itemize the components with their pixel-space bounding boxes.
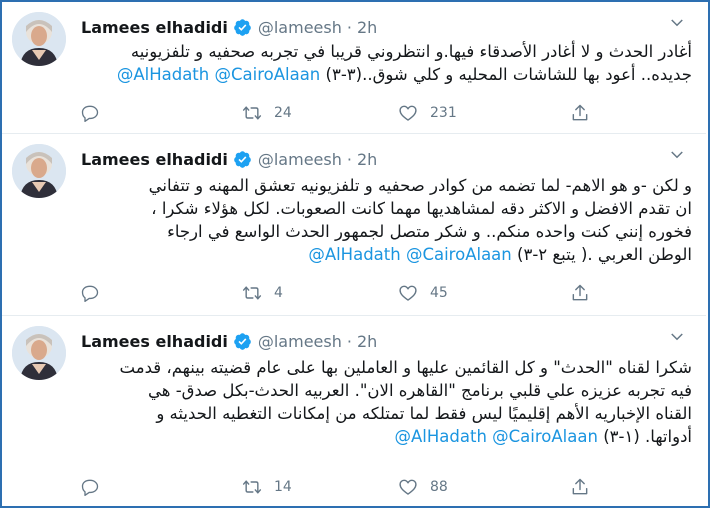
retweet-button[interactable]: 14	[242, 477, 292, 497]
reply-button[interactable]	[80, 283, 112, 303]
share-icon	[572, 104, 588, 121]
mention-link[interactable]: @AlHadath @CairoAlaan	[308, 245, 511, 264]
tweet-text: و لكن -و هو الاهم- لما تضمه من كوادر صحف…	[80, 174, 692, 266]
tweet-line: الوطن العربي .( يتبع ٢-٣) @AlHadath @Cai…	[80, 243, 692, 266]
retweet-button[interactable]: 4	[242, 283, 283, 303]
tweet-actions: 24 231	[80, 102, 610, 124]
tweet-text: أغادر الحدث و لا أغادر الأصدقاء فيها.و ا…	[80, 40, 692, 86]
share-button[interactable]	[570, 283, 590, 303]
retweet-count: 4	[274, 285, 283, 301]
tweet-1[interactable]: Lamees elhadidi @lameesh · 2h أغادر الحد…	[2, 2, 706, 134]
author-handle[interactable]: @lameesh	[258, 150, 342, 169]
tweet-line: فيه تجربه عزيزه علي قلبي برنامج "القاهره…	[148, 381, 692, 400]
like-button[interactable]: 45	[398, 283, 448, 303]
share-icon	[572, 478, 588, 495]
like-count: 231	[430, 105, 457, 121]
reply-icon	[81, 285, 99, 302]
avatar[interactable]	[12, 144, 66, 198]
author-name[interactable]: Lamees elhadidi	[81, 332, 228, 351]
chevron-down-icon[interactable]	[668, 328, 686, 346]
verified-badge-icon	[234, 332, 251, 350]
separator-dot: ·	[346, 149, 352, 169]
chevron-down-icon[interactable]	[668, 146, 686, 164]
timestamp[interactable]: 2h	[357, 150, 377, 169]
mention-link[interactable]: @AlHadath @CairoAlaan	[117, 65, 320, 84]
like-button[interactable]: 231	[398, 103, 457, 123]
retweet-count: 14	[274, 479, 292, 495]
like-count: 88	[430, 479, 448, 495]
tweet-line-text: الوطن العربي .( يتبع ٢-٣)	[517, 245, 692, 264]
separator-dot: ·	[346, 331, 352, 351]
tweet-line-text: أدواتها. (١-٣)	[603, 427, 692, 446]
tweet-line: و لكن -و هو الاهم- لما تضمه من كوادر صحف…	[148, 176, 692, 195]
author-handle[interactable]: @lameesh	[258, 18, 342, 37]
like-button[interactable]: 88	[398, 477, 448, 497]
timestamp[interactable]: 2h	[357, 18, 377, 37]
tweet-line: أغادر الحدث و لا أغادر الأصدقاء فيها.و ا…	[130, 42, 692, 61]
tweet-line: القناه الإخباريه الأهم إقليميًا ليس فقط …	[156, 404, 692, 423]
separator-dot: ·	[346, 17, 352, 37]
chevron-down-icon[interactable]	[668, 14, 686, 32]
verified-badge-icon	[234, 150, 251, 168]
tweet-text: شكرا لقناه "الحدث" و كل القائمين عليها و…	[80, 356, 692, 448]
tweet-line-text: جديده.. أعود بها للشاشات المحليه و كلي ش…	[325, 65, 692, 84]
tweet-actions: 14 88	[80, 476, 610, 498]
heart-icon	[399, 105, 417, 121]
retweet-icon	[242, 106, 262, 120]
timestamp[interactable]: 2h	[357, 332, 377, 351]
reply-icon	[81, 105, 99, 123]
avatar[interactable]	[12, 12, 66, 66]
heart-icon	[399, 479, 417, 495]
tweet-line: أدواتها. (١-٣) @AlHadath @CairoAlaan	[80, 425, 692, 448]
tweet-line: شكرا لقناه "الحدث" و كل القائمين عليها و…	[119, 358, 692, 377]
verified-badge-icon	[234, 18, 251, 36]
retweet-icon	[242, 480, 262, 494]
heart-icon	[399, 285, 417, 301]
mention-link[interactable]: @AlHadath @CairoAlaan	[395, 427, 598, 446]
retweet-icon	[242, 286, 262, 300]
author-name[interactable]: Lamees elhadidi	[81, 150, 228, 169]
tweet-line: ان تقدم الافضل و الاكثر دقه لمشاهديها مه…	[151, 199, 692, 218]
reply-button[interactable]	[80, 103, 112, 123]
reply-button[interactable]	[80, 477, 112, 497]
tweet-3[interactable]: Lamees elhadidi @lameesh · 2h شكرا لقناه…	[2, 316, 706, 506]
share-button[interactable]	[570, 103, 590, 123]
author-name[interactable]: Lamees elhadidi	[81, 18, 228, 37]
share-icon	[572, 284, 588, 301]
tweet-line: جديده.. أعود بها للشاشات المحليه و كلي ش…	[80, 63, 692, 86]
like-count: 45	[430, 285, 448, 301]
tweet-2[interactable]: Lamees elhadidi @lameesh · 2h و لكن -و ه…	[2, 134, 706, 316]
share-button[interactable]	[570, 477, 590, 497]
reply-icon	[81, 479, 99, 496]
author-handle[interactable]: @lameesh	[258, 332, 342, 351]
retweet-count: 24	[274, 105, 292, 121]
avatar[interactable]	[12, 326, 66, 380]
tweet-line: فخوره إنني كنت واحده منكم.. و شكر متصل ل…	[167, 222, 692, 241]
retweet-button[interactable]: 24	[242, 103, 292, 123]
tweet-actions: 4 45	[80, 282, 610, 304]
